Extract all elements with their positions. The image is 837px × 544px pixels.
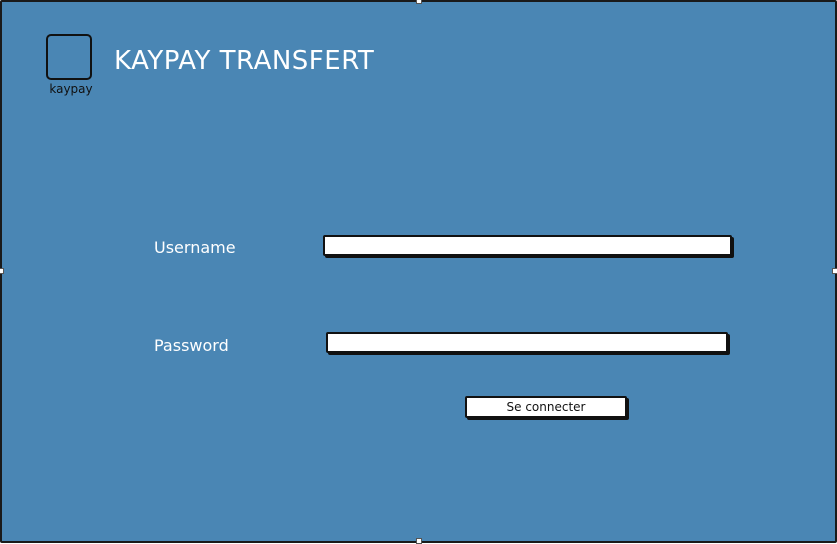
username-input[interactable] <box>323 235 732 256</box>
password-label: Password <box>154 336 229 355</box>
resize-handle-right <box>832 268 837 274</box>
login-button[interactable]: Se connecter <box>465 396 627 418</box>
resize-handle-top <box>416 0 422 4</box>
password-input[interactable] <box>326 332 728 353</box>
username-label: Username <box>154 238 236 257</box>
logo-text: kaypay <box>49 82 93 96</box>
app-title: KAYPAY TRANSFERT <box>114 46 375 76</box>
resize-handle-left <box>0 268 4 274</box>
login-window: kaypay KAYPAY TRANSFERT Username Passwor… <box>0 0 837 544</box>
logo-square-icon <box>46 34 92 80</box>
resize-handle-bottom <box>416 538 422 544</box>
